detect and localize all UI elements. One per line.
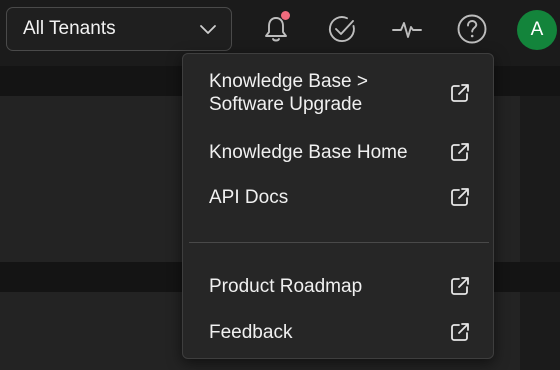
menu-item-label: Knowledge Base Home xyxy=(209,142,408,163)
menu-item-label: Product Roadmap xyxy=(209,276,363,297)
help-button[interactable] xyxy=(455,12,489,46)
menu-item-feedback[interactable]: Feedback xyxy=(209,321,471,344)
external-link-icon xyxy=(451,84,469,102)
activity-pulse-icon xyxy=(392,22,422,38)
external-link-icon xyxy=(451,143,469,161)
help-circle-icon xyxy=(457,14,487,44)
tenant-select[interactable]: All Tenants xyxy=(6,7,232,51)
menu-divider xyxy=(189,242,489,243)
avatar-initial: A xyxy=(530,19,544,40)
external-link-icon xyxy=(451,277,469,295)
check-circle-icon xyxy=(329,16,355,42)
external-link-icon xyxy=(451,188,469,206)
tasks-button[interactable] xyxy=(325,12,359,46)
avatar[interactable]: A xyxy=(517,10,557,50)
menu-item-product-roadmap[interactable]: Product Roadmap xyxy=(209,275,471,298)
menu-item-label: API Docs xyxy=(209,187,289,208)
notification-dot xyxy=(281,11,290,20)
tenant-select-value: All Tenants xyxy=(23,18,116,39)
menu-item-label: Feedback xyxy=(209,322,293,343)
menu-item-api-docs[interactable]: API Docs xyxy=(209,186,471,209)
help-dropdown-menu: Knowledge Base > Software Upgrade Knowle… xyxy=(182,53,494,359)
external-link-icon xyxy=(451,323,469,341)
menu-item-knowledge-base-home[interactable]: Knowledge Base Home xyxy=(209,141,471,164)
chevron-down-icon xyxy=(200,25,216,34)
menu-item-label: Knowledge Base > Software Upgrade xyxy=(209,71,368,115)
menu-item-knowledge-base-software-upgrade[interactable]: Knowledge Base > Software Upgrade xyxy=(209,70,471,116)
notifications-button[interactable] xyxy=(259,11,293,46)
activity-button[interactable] xyxy=(390,12,424,46)
